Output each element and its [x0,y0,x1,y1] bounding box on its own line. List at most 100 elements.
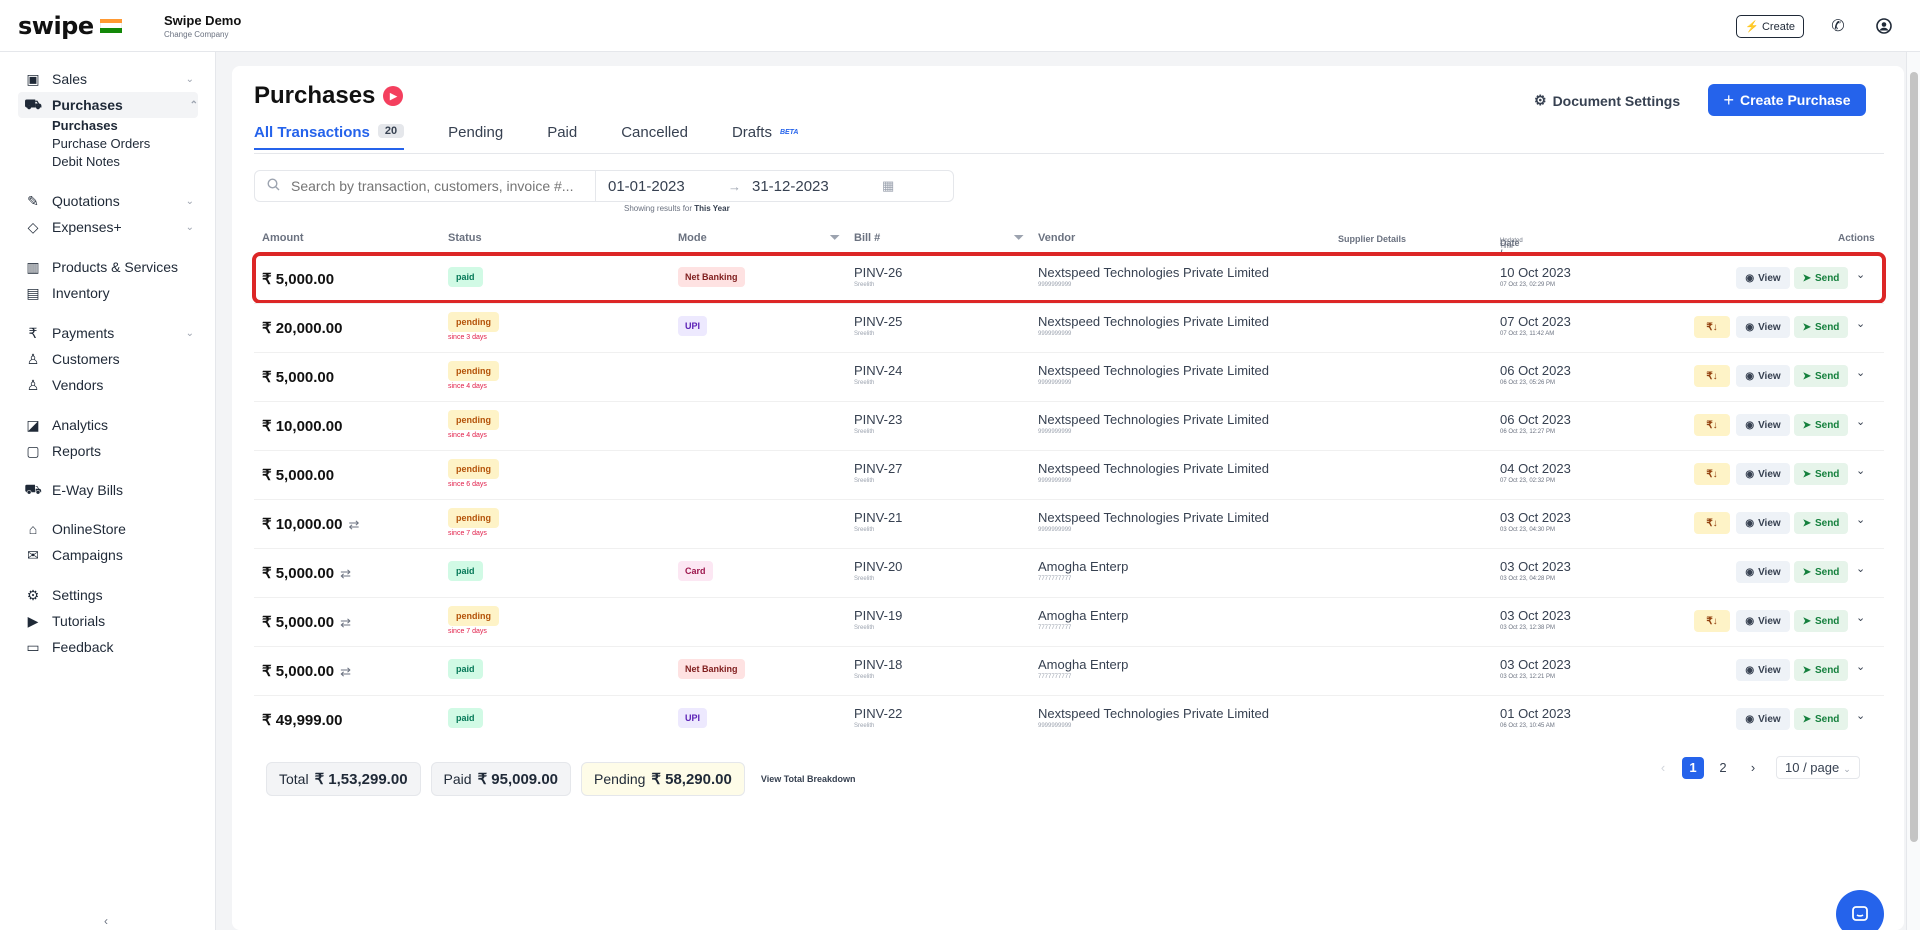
record-payment-button[interactable]: ₹↓ [1694,463,1730,485]
bill-number[interactable]: PINV-19 [854,608,902,623]
record-payment-button[interactable]: ₹↓ [1694,365,1730,387]
tab-pending[interactable]: Pending [448,120,503,150]
sidebar-item-quotations[interactable]: ✎ Quotations ⌄ [24,188,194,214]
sidebar-item-expenses[interactable]: ◇ Expenses+ ⌄ [24,214,194,240]
send-button[interactable]: ➤ Send [1794,463,1848,485]
chat-support-icon[interactable] [1836,890,1884,930]
send-button[interactable]: ➤ Send [1794,610,1848,632]
column-mode[interactable]: Mode [678,232,707,244]
table-row[interactable]: ₹ 5,000.00 pending since 4 days PINV-24 Sree… [254,352,1884,400]
send-button[interactable]: ➤ Send [1794,561,1848,583]
column-amount[interactable]: Amount [262,232,304,244]
sidebar-item-customers[interactable]: ♙ Customers [24,346,194,372]
sidebar-item-onlinestore[interactable]: ⌂ OnlineStore [24,516,194,542]
sidebar-item-analytics[interactable]: ◪ Analytics [24,412,194,438]
bill-number[interactable]: PINV-25 [854,314,902,329]
bill-number[interactable]: PINV-24 [854,363,902,378]
sidebar-item-campaigns[interactable]: ✉ Campaigns [24,542,194,568]
record-payment-button[interactable]: ₹↓ [1694,414,1730,436]
chevron-down-icon[interactable]: ⌄ [1856,317,1865,330]
send-button[interactable]: ➤ Send [1794,316,1848,338]
sidebar-item-inventory[interactable]: ▤ Inventory [24,280,194,306]
send-button[interactable]: ➤ Send [1794,708,1848,730]
collapse-sidebar-icon[interactable]: ‹ [104,914,108,928]
vendor-name[interactable]: Nextspeed Technologies Private Limited [1038,363,1269,378]
scrollbar-thumb[interactable] [1910,72,1918,842]
chevron-down-icon[interactable]: ⌄ [1856,562,1865,575]
document-settings-button[interactable]: ⚙ Document Settings [1534,92,1680,109]
view-button[interactable]: ◉ View [1736,610,1790,632]
bill-number[interactable]: PINV-21 [854,510,902,525]
company-switcher[interactable]: Swipe Demo Change Company [164,13,241,39]
sidebar-item-e-way-bills[interactable]: ⛟ E-Way Bills [24,477,194,503]
table-row[interactable]: ₹ 49,999.00 paid UPI PINV-22 Sreelith Nextspe… [254,695,1884,743]
table-row[interactable]: ₹ 10,000.00 pending since 4 days PINV-23 Sre… [254,401,1884,449]
tab-all-transactions[interactable]: All Transactions 20 [254,120,405,150]
filter-icon[interactable]: ⏷ [1014,230,1024,245]
play-tutorial-icon[interactable]: ▶ [383,86,404,106]
view-button[interactable]: ◉ View [1736,659,1790,681]
change-company-link[interactable]: Change Company [164,30,241,39]
tab-paid[interactable]: Paid [547,120,577,150]
column-status[interactable]: Status [448,232,482,244]
table-row[interactable]: ₹ 5,000.00 paid Net Banking PINV-26 Sreelith… [252,252,1886,304]
record-payment-button[interactable]: ₹↓ [1694,610,1730,632]
date-to-input[interactable]: 31-12-2023 [752,178,882,195]
vendor-name[interactable]: Amogha Enterp [1038,608,1128,623]
table-row[interactable]: ₹ 5,000.00 ⇄ paid Net Banking PINV-18 Sreelit… [254,646,1884,694]
chevron-down-icon[interactable]: ⌄ [1856,366,1865,379]
sidebar-item-sales[interactable]: ▣ Sales ⌄ [24,66,194,92]
record-payment-button[interactable]: ₹↓ [1694,316,1730,338]
send-button[interactable]: ➤ Send [1794,267,1848,289]
tab-drafts[interactable]: Drafts BETA [732,120,799,150]
sidebar-item-payments[interactable]: ₹ Payments ⌄ [24,320,194,346]
chevron-down-icon[interactable]: ⌄ [1856,513,1865,526]
chevron-down-icon[interactable]: ⌄ [1856,660,1865,673]
vendor-name[interactable]: Nextspeed Technologies Private Limited [1038,314,1269,329]
table-row[interactable]: ₹ 5,000.00 pending since 6 days PINV-27 Sree… [254,450,1884,498]
create-purchase-button[interactable]: + Create Purchase [1708,84,1866,116]
view-button[interactable]: ◉ View [1736,463,1790,485]
view-total-breakdown-link[interactable]: View Total Breakdown [761,774,856,784]
table-row[interactable]: ₹ 5,000.00 ⇄ paid Card PINV-20 Sreelith Amogha… [254,548,1884,596]
chevron-down-icon[interactable]: ⌄ [1856,415,1865,428]
view-button[interactable]: ◉ View [1736,267,1790,289]
table-row[interactable]: ₹ 20,000.00 pending since 3 days UPI PINV-25… [254,303,1884,351]
page-size-select[interactable]: 10 / page ⌄ [1776,756,1860,779]
vendor-name[interactable]: Amogha Enterp [1038,559,1128,574]
view-button[interactable]: ◉ View [1736,316,1790,338]
send-button[interactable]: ➤ Send [1794,414,1848,436]
create-button[interactable]: ⚡ Create [1736,14,1804,38]
send-button[interactable]: ➤ Send [1794,365,1848,387]
view-button[interactable]: ◉ View [1736,365,1790,387]
record-payment-button[interactable]: ₹↓ [1694,512,1730,534]
bill-number[interactable]: PINV-18 [854,657,902,672]
sidebar-item-products-services[interactable]: ▥ Products & Services [24,254,194,280]
vendor-name[interactable]: Nextspeed Technologies Private Limited [1038,412,1269,427]
sidebar-item-feedback[interactable]: ▭ Feedback [24,634,194,660]
sidebar-subitem-debit-notes[interactable]: Debit Notes [52,154,120,169]
view-button[interactable]: ◉ View [1736,512,1790,534]
page-scrollbar[interactable] [1906,52,1920,930]
filter-icon[interactable]: ⏷ [830,230,840,245]
chevron-down-icon[interactable]: ⌄ [1856,268,1865,281]
chevron-down-icon[interactable]: ⌄ [1856,464,1865,477]
bill-number[interactable]: PINV-23 [854,412,902,427]
next-page-icon[interactable]: › [1742,757,1764,779]
column-bill-number[interactable]: Bill # [854,232,880,244]
sidebar-subitem-purchase-orders[interactable]: Purchase Orders [52,136,150,151]
send-button[interactable]: ➤ Send [1794,659,1848,681]
prev-page-icon[interactable]: ‹ [1652,757,1674,779]
table-row[interactable]: ₹ 10,000.00 ⇄ pending since 7 days PINV-21 Sr… [254,499,1884,547]
swipe-logo[interactable]: swipe [18,12,126,40]
bill-number[interactable]: PINV-22 [854,706,902,721]
date-from-input[interactable]: 01-01-2023 [608,178,728,195]
vendor-name[interactable]: Nextspeed Technologies Private Limited [1038,461,1269,476]
megaphone-icon[interactable]: ✆ [1828,16,1848,36]
search-input[interactable] [255,171,595,201]
user-account-icon[interactable] [1874,16,1894,36]
bill-number[interactable]: PINV-27 [854,461,902,476]
chevron-down-icon[interactable]: ⌄ [1856,709,1865,722]
page-1-button[interactable]: 1 [1682,756,1704,779]
tab-cancelled[interactable]: Cancelled [621,120,688,150]
